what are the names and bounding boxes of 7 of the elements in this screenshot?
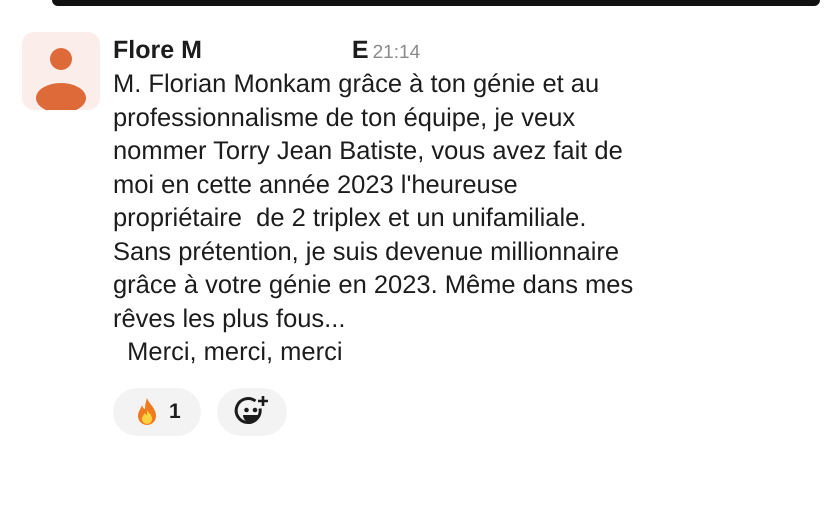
reaction-button[interactable]: 1	[113, 388, 201, 436]
sender-name[interactable]: Flore M	[113, 36, 202, 65]
avatar-icon[interactable]	[22, 32, 100, 110]
fire-emoji-icon	[135, 396, 159, 426]
add-reaction-button[interactable]	[216, 388, 287, 436]
message-text: M. Florian Monkam grâce à ton génie et au professionnalisme de ton équipe, je veux nommer Torry Jean Batiste, vous avez fait de moi en cette année 2023 l'heureuse propriétaire de 2 triplex et un unifamiliale. Sans prétention, je suis devenue millionnaire grâce à votre génie en 2023. Même dans mes rêves les plus fous... Merci, merci, merci	[113, 69, 634, 368]
sender-name[interactable]: E	[352, 36, 369, 65]
